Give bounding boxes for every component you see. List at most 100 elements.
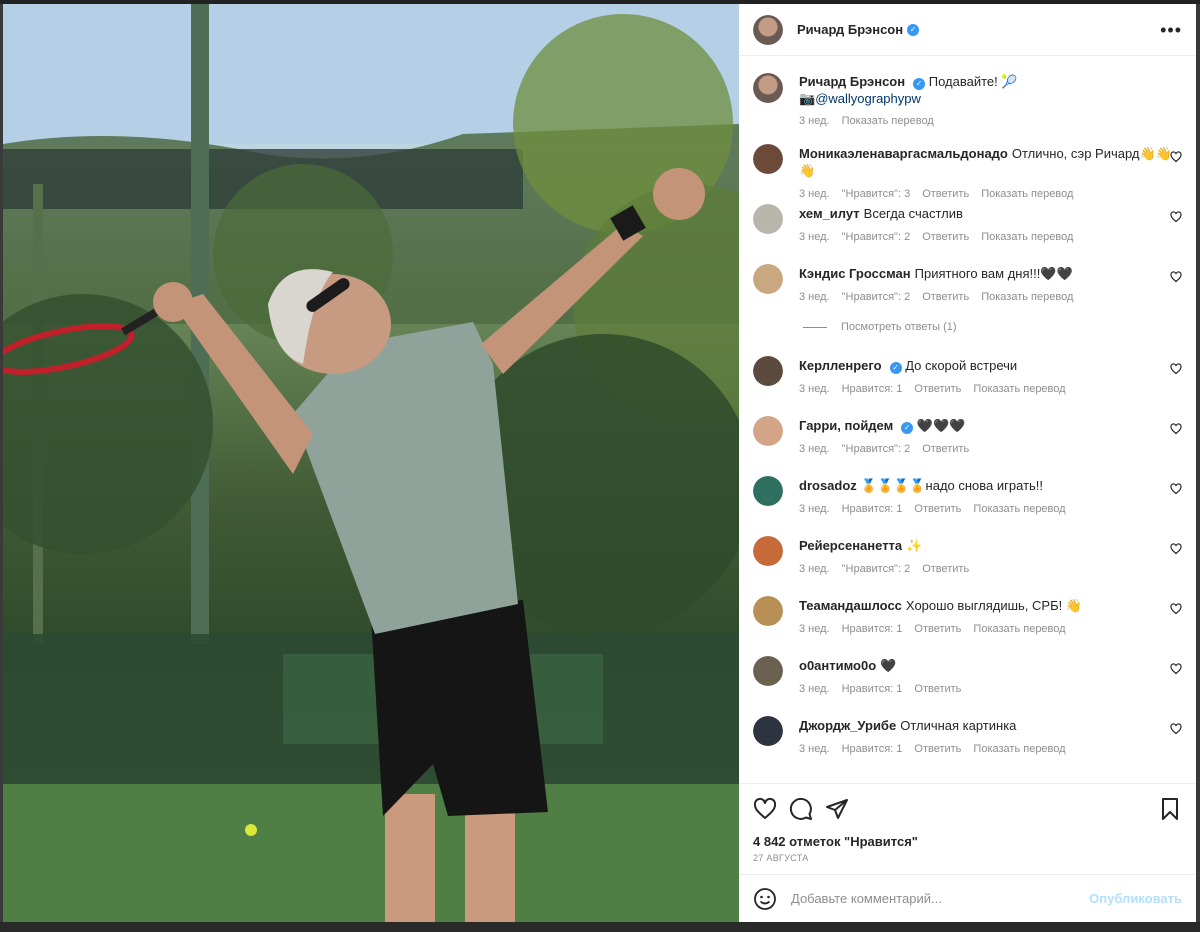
comment-likes-count[interactable]: "Нравится": 2 [842,563,911,575]
reply-button[interactable]: Ответить [922,291,969,303]
comment-likes-count[interactable]: "Нравится": 2 [842,231,911,243]
commenter-username[interactable]: Теамандашлосс [799,598,902,613]
caption-username[interactable]: Ричард Брэнсон [799,74,905,89]
commenter-avatar[interactable] [753,264,783,294]
reply-button[interactable]: Ответить [922,231,969,243]
heart-icon[interactable] [753,797,777,821]
commenter-avatar[interactable] [753,416,783,446]
comment-text: 🖤🖤🖤 [916,418,966,433]
comment-age[interactable]: 3 нед. [799,683,830,695]
comment-text: До скорой встречи [905,358,1018,373]
comment-item: Джордж_Урибе Отличная картинка 3 нед. Нрави… [753,703,1182,763]
view-replies-label[interactable]: Посмотреть ответы (1) [841,321,957,333]
commenter-avatar[interactable] [753,536,783,566]
comment-likes-count[interactable]: Нравится: 1 [842,623,903,635]
comment-like-heart-icon[interactable] [1170,151,1182,163]
author-username[interactable]: Ричард Брэнсон [797,22,903,37]
more-horizontal-icon[interactable]: ••• [1160,21,1182,39]
caption-mention-link[interactable]: @wallyographypw [815,91,921,106]
show-translation-button[interactable]: Показать перевод [973,383,1065,395]
reply-button[interactable]: Ответить [922,563,969,575]
commenter-avatar[interactable] [753,476,783,506]
commenter-username[interactable]: Керлленрего [799,358,882,373]
verified-badge-icon: ✓ [907,23,920,36]
comment-item: drosadoz 🏅🏅🏅🏅надо снова играть!! 3 нед. Нра… [753,463,1182,523]
author-avatar[interactable] [753,14,783,45]
comment-age[interactable]: 3 нед. [799,743,830,755]
comment-age[interactable]: 3 нед. [799,231,830,243]
comment-age[interactable]: 3 нед. [799,563,830,575]
view-replies-button[interactable]: Посмотреть ответы (1) [803,311,1182,343]
comment-input[interactable] [789,890,1090,907]
comment-item: Моникаэленаваргасмальдонадо Отлично, сэр … [753,131,1182,200]
comment-like-heart-icon[interactable] [1170,363,1182,375]
comment-likes-count[interactable]: "Нравится": 2 [842,291,911,303]
show-translation-button[interactable]: Показать перевод [842,115,934,127]
comment-text: Отличная картинка [900,718,1017,733]
likes-count[interactable]: 4 842 отметок "Нравится" [753,834,918,849]
commenter-username[interactable]: Джордж_Урибе [799,718,896,733]
show-translation-button[interactable]: Показать перевод [981,291,1073,303]
comment-item: о0антимо0о 🖤 3 нед. Нравится: 1 Ответить [753,643,1182,703]
commenter-avatar[interactable] [753,144,783,174]
show-translation-button[interactable]: Показать перевод [981,231,1073,243]
comment-like-heart-icon[interactable] [1170,483,1182,495]
commenter-username[interactable]: Моникаэленаваргасмальдонадо [799,146,1008,161]
reply-button[interactable]: Ответить [914,743,961,755]
comment-item: Теамандашлосс Хорошо выглядишь, СРБ! 👋 3 н… [753,583,1182,643]
comment-like-heart-icon[interactable] [1170,271,1182,283]
commenter-avatar[interactable] [753,716,783,746]
comment-age[interactable]: 3 нед. [799,503,830,515]
commenter-username[interactable]: Рейерсенанетта [799,538,902,553]
commenter-username[interactable]: о0антимо0о [799,658,876,673]
replies-divider [803,326,827,328]
commenter-avatar[interactable] [753,596,783,626]
commenter-avatar[interactable] [753,204,783,234]
bookmark-icon[interactable] [1158,797,1182,821]
reply-button[interactable]: Ответить [922,443,969,455]
comment-likes-count[interactable]: Нравится: 1 [842,743,903,755]
publish-button[interactable]: Опубликовать [1089,891,1182,906]
comment-like-heart-icon[interactable] [1170,603,1182,615]
show-translation-button[interactable]: Показать перевод [973,623,1065,635]
comment-like-heart-icon[interactable] [1170,211,1182,223]
comment-like-heart-icon[interactable] [1170,723,1182,735]
reply-button[interactable]: Ответить [914,503,961,515]
tennis-player-photo [3,4,739,922]
comment-item: Керлленрего ✓ До скорой встречи 3 нед. Нрав… [753,343,1182,403]
commenter-username[interactable]: Кэндис Гроссман [799,266,911,281]
commenter-username[interactable]: Гарри, пойдем [799,418,893,433]
show-translation-button[interactable]: Показать перевод [973,743,1065,755]
comment-text: ✨ [906,538,923,553]
commenter-avatar[interactable] [753,656,783,686]
comment-like-heart-icon[interactable] [1170,423,1182,435]
comment-bubble-icon[interactable] [789,797,813,821]
post-actions [739,783,1196,833]
comment-age[interactable]: 3 нед. [799,623,830,635]
commenter-username[interactable]: drosadoz [799,478,857,493]
comment-likes-count[interactable]: Нравится: 1 [842,683,903,695]
comment-likes-count[interactable]: Нравится: 1 [842,503,903,515]
post-caption: Ричард Брэнсон ✓ Подавайте! 🎾 📷@wallyogra… [753,57,1182,131]
paper-plane-icon[interactable] [825,797,849,821]
caption-age[interactable]: 3 нед. [799,115,830,127]
comment-likes-count[interactable]: "Нравится": 2 [842,443,911,455]
comment-age[interactable]: 3 нед. [799,291,830,303]
comment-likes-count[interactable]: Нравится: 1 [842,383,903,395]
show-translation-button[interactable]: Показать перевод [973,503,1065,515]
verified-badge-icon: ✓ [889,362,902,374]
comments-list[interactable]: Ричард Брэнсон ✓ Подавайте! 🎾 📷@wallyogra… [739,57,1196,782]
comment-like-heart-icon[interactable] [1170,543,1182,555]
comment-like-heart-icon[interactable] [1170,663,1182,675]
post-photo[interactable] [3,4,739,922]
commenter-avatar[interactable] [753,356,783,386]
emoji-icon[interactable] [753,887,777,911]
commenter-username[interactable]: хем_илут [799,206,860,221]
comment-age[interactable]: 3 нед. [799,443,830,455]
comment-age[interactable]: 3 нед. [799,383,830,395]
author-avatar[interactable] [753,73,783,103]
reply-button[interactable]: Ответить [914,683,961,695]
reply-button[interactable]: Ответить [914,383,961,395]
reply-button[interactable]: Ответить [914,623,961,635]
comment-item: Рейерсенанетта ✨ 3 нед. "Нравится": 2 Ответи… [753,523,1182,583]
